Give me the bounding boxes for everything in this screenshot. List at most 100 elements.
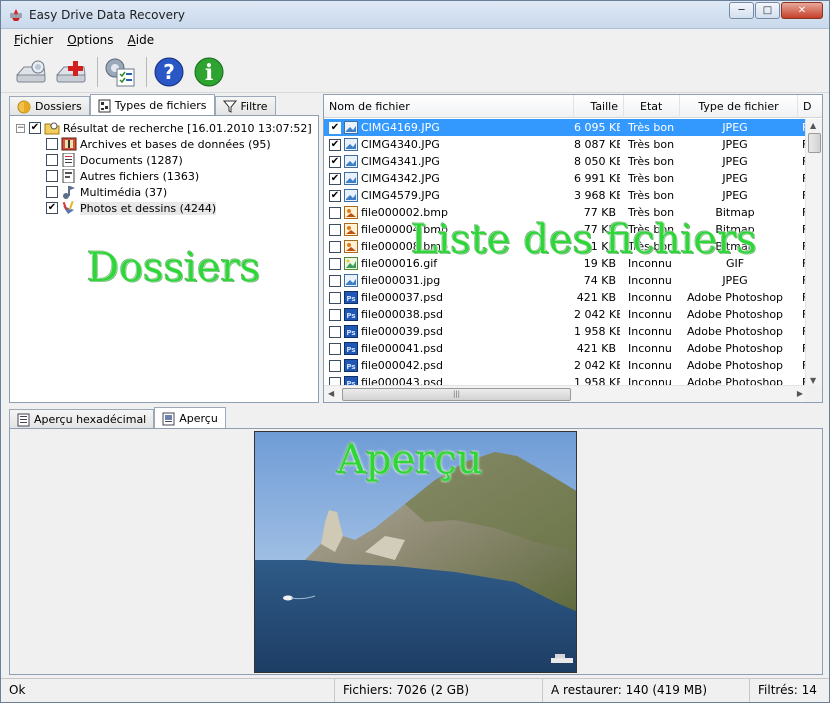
file-row[interactable]: file000004.bmp77 KBTrès bonBitmapF [324, 221, 806, 238]
file-type: JPEG [722, 189, 748, 202]
column-header-type[interactable]: Type de fichier [680, 95, 798, 118]
minimize-button[interactable]: ─ [729, 2, 754, 19]
file-checkbox[interactable]: ✔ [329, 155, 341, 168]
toolbar-separator [146, 56, 147, 87]
tab-dossiers[interactable]: Dossiers [9, 96, 90, 116]
tree-item-multimedia[interactable]: Multimédia (37) [46, 184, 312, 200]
archive-icon [61, 137, 77, 151]
bitmap-file-icon [344, 206, 358, 219]
file-type: Adobe Photoshop [686, 359, 784, 372]
scroll-down-icon[interactable]: ▼ [810, 376, 816, 385]
tree-root[interactable]: − ✔ Résultat de recherche [16.01.2010 13… [16, 120, 312, 136]
file-checkbox[interactable]: ✔ [329, 189, 341, 202]
file-type: JPEG [722, 172, 748, 185]
file-checkbox[interactable] [329, 206, 341, 219]
file-row[interactable]: file000031.jpg74 KBInconnuJPEGF [324, 272, 806, 289]
tree-checkbox[interactable] [46, 170, 58, 182]
file-cell-checkbox: ✔ [324, 172, 344, 185]
vertical-scrollbar[interactable]: ▲ ▼ [805, 119, 822, 387]
menu-fichier[interactable]: Fichier [7, 30, 60, 51]
tree-checkbox[interactable] [46, 154, 58, 166]
file-cell-name: CIMG4341.JPG [344, 155, 574, 168]
column-header-name[interactable]: Nom de fichier [324, 95, 574, 118]
file-list: Nom de fichier Taille Etat Type de fichi… [323, 94, 823, 403]
file-row[interactable]: Ps file000041.psd 421 KB Inconnu Adobe Photo… [324, 340, 806, 357]
file-size: 6 095 KB [574, 121, 620, 134]
tree-item-archives[interactable]: Archives et bases de données (95) [46, 136, 312, 152]
file-checkbox[interactable] [329, 291, 341, 304]
tab-label: Dossiers [35, 100, 82, 113]
file-type: Bitmap [715, 206, 755, 219]
file-row[interactable]: ✔CIMG4341.JPG8 050 KBTrès bonJPEGF [324, 153, 806, 170]
file-row[interactable]: Ps file000039.psd 1 958 KB Inconnu Adobe Pho… [324, 323, 806, 340]
jpeg-file-icon [344, 121, 358, 134]
file-cell-checkbox: ✔ [324, 121, 344, 134]
file-row[interactable]: file000002.bmp77 KBTrès bonBitmapF [324, 204, 806, 221]
horizontal-scroll-thumb[interactable]: ||| [342, 388, 571, 401]
close-button[interactable]: ✕ [781, 2, 823, 19]
file-checkbox[interactable] [329, 325, 341, 338]
file-checkbox[interactable] [329, 359, 341, 372]
file-checkbox[interactable]: ✔ [329, 172, 341, 185]
file-row[interactable]: ✔CIMG4169.JPG6 095 KBTrès bonJPEGF [324, 119, 806, 136]
file-row[interactable]: Ps file000038.psd 2 042 KB Inconnu Adobe Pho… [324, 306, 806, 323]
horizontal-scrollbar[interactable]: ◀ ||| ▶ [324, 385, 807, 402]
file-row[interactable]: ✔CIMG4342.JPG6 991 KBTrès bonJPEGF [324, 170, 806, 187]
help-button[interactable]: ? [151, 54, 187, 90]
vertical-scroll-thumb[interactable] [808, 133, 821, 153]
scroll-right-icon[interactable]: ▶ [797, 389, 803, 398]
tab-apercu-hexadecimal[interactable]: Aperçu hexadécimal [9, 409, 155, 429]
file-checkbox[interactable] [329, 274, 341, 287]
file-row[interactable]: ✔CIMG4340.JPG8 087 KBTrès bonJPEGF [324, 136, 806, 153]
collapse-toggle[interactable]: − [16, 123, 25, 133]
maximize-button[interactable]: □ [755, 2, 780, 19]
file-row[interactable]: file000008.bmp1 KBTrès bonBitmapF [324, 238, 806, 255]
column-header-d[interactable]: D [798, 95, 822, 118]
tab-apercu[interactable]: Aperçu [154, 407, 226, 429]
info-button[interactable]: i [191, 54, 227, 90]
jpeg-file-icon [344, 274, 358, 287]
tree-item-photos[interactable]: ✔ Photos et dessins (4244) [46, 200, 312, 216]
tab-filtre[interactable]: Filtre [214, 96, 276, 116]
file-checkbox[interactable] [329, 240, 341, 253]
file-cell-name: CIMG4340.JPG [344, 138, 574, 151]
file-size: 1 KB [590, 240, 616, 253]
svg-text:Ps: Ps [346, 312, 355, 320]
menu-aide[interactable]: Aide [121, 30, 162, 51]
filetypes-icon [98, 99, 111, 112]
scroll-left-icon[interactable]: ◀ [328, 389, 334, 398]
column-header-size[interactable]: Taille [574, 95, 624, 118]
left-tabs: Dossiers Types de fichiers Filtre [9, 94, 276, 116]
file-checkbox[interactable] [329, 223, 341, 236]
file-checkbox[interactable]: ✔ [329, 121, 341, 134]
file-row[interactable]: file000016.gif19 KBInconnuGIFF [324, 255, 806, 272]
tree-checkbox[interactable]: ✔ [46, 202, 58, 214]
file-row[interactable]: ✔CIMG4579.JPG3 968 KBTrès bonJPEGF [324, 187, 806, 204]
file-row[interactable]: Ps file000042.psd 2 042 KB Inconnu Adobe Pho… [324, 357, 806, 374]
title-bar[interactable]: Easy Drive Data Recovery ─ □ ✕ [1, 1, 829, 29]
svg-text:Ps: Ps [346, 363, 355, 371]
scroll-up-icon[interactable]: ▲ [810, 121, 816, 130]
info-icon: i [194, 57, 224, 86]
column-header-state[interactable]: Etat [624, 95, 680, 118]
settings-button[interactable] [102, 54, 138, 90]
svg-text:?: ? [163, 60, 175, 84]
restore-drive-button[interactable] [53, 54, 89, 90]
tree-item-documents[interactable]: Documents (1287) [46, 152, 312, 168]
file-checkbox[interactable]: ✔ [329, 138, 341, 151]
file-checkbox[interactable] [329, 308, 341, 321]
tree-checkbox[interactable]: ✔ [29, 122, 41, 134]
scan-drive-button[interactable] [13, 54, 49, 90]
tab-types-de-fichiers[interactable]: Types de fichiers [89, 94, 215, 116]
file-state: Inconnu [628, 274, 672, 287]
file-checkbox[interactable] [329, 257, 341, 270]
tree-checkbox[interactable] [46, 138, 58, 150]
file-cell-name: file000002.bmp [344, 206, 574, 219]
file-row[interactable]: Ps file000037.psd 421 KB Inconnu Adobe Photo… [324, 289, 806, 306]
tree-checkbox[interactable] [46, 186, 58, 198]
menu-options[interactable]: Options [60, 30, 120, 51]
file-checkbox[interactable] [329, 342, 341, 355]
file-state: Inconnu [628, 291, 672, 304]
tree-item-autres-fichiers[interactable]: Autres fichiers (1363) [46, 168, 312, 184]
file-cell-checkbox [324, 274, 344, 287]
